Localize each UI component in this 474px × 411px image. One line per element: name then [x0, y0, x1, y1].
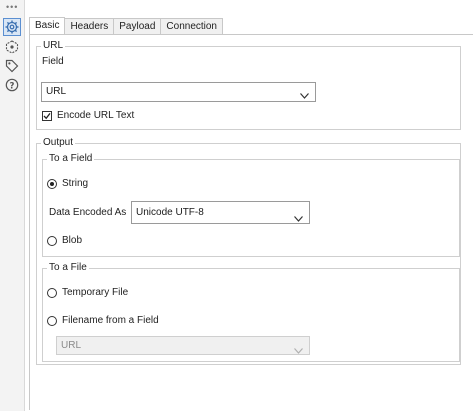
to-file-legend: To a File — [47, 262, 89, 274]
temporary-file-label[interactable]: Temporary File — [62, 287, 128, 299]
blob-radio[interactable] — [47, 236, 57, 246]
chevron-down-icon — [294, 209, 303, 230]
string-radio[interactable] — [47, 179, 57, 189]
tag-icon — [5, 59, 19, 73]
field-label: Field — [42, 56, 64, 67]
tab-basic[interactable]: Basic — [29, 17, 66, 35]
encode-url-checkbox[interactable] — [42, 111, 52, 121]
encoding-dropdown[interactable]: Unicode UTF-8 — [131, 201, 310, 224]
connection-button[interactable] — [3, 38, 21, 56]
annotation-button[interactable] — [3, 57, 21, 75]
to-field-legend: To a Field — [47, 153, 95, 165]
encoding-value: Unicode UTF-8 — [136, 207, 204, 218]
url-field-dropdown[interactable]: URL — [41, 82, 316, 102]
link-icon — [5, 40, 19, 54]
config-tabs: Basic Headers Payload Connection — [29, 17, 223, 35]
help-icon: ? — [5, 78, 19, 92]
tab-payload[interactable]: Payload — [114, 18, 162, 35]
data-encoded-as-label: Data Encoded As — [49, 207, 127, 218]
blob-label[interactable]: Blob — [62, 235, 82, 247]
temporary-file-radio[interactable] — [47, 288, 57, 298]
help-button[interactable]: ? — [3, 76, 21, 94]
chevron-down-icon — [300, 88, 309, 106]
tab-headers[interactable]: Headers — [65, 18, 115, 35]
url-group-legend: URL — [41, 40, 66, 52]
chevron-down-icon — [294, 343, 303, 360]
gear-icon — [5, 20, 19, 34]
svg-text:?: ? — [10, 81, 15, 91]
tab-connection[interactable]: Connection — [161, 18, 223, 35]
rail-grip[interactable]: ••• — [6, 2, 18, 12]
filename-field-value: URL — [61, 340, 82, 351]
filename-from-field-radio[interactable] — [47, 316, 57, 326]
filename-from-field-label[interactable]: Filename from a Field — [62, 315, 159, 327]
checkmark-icon — [43, 113, 51, 120]
url-field-value: URL — [46, 86, 67, 97]
filename-field-dropdown: URL — [56, 336, 310, 355]
configuration-gear-button[interactable] — [3, 18, 21, 36]
string-label[interactable]: String — [62, 178, 88, 190]
encode-url-label[interactable]: Encode URL Text — [57, 110, 134, 122]
tool-icon-rail: ••• ? — [0, 0, 25, 411]
output-group-legend: Output — [41, 137, 76, 149]
